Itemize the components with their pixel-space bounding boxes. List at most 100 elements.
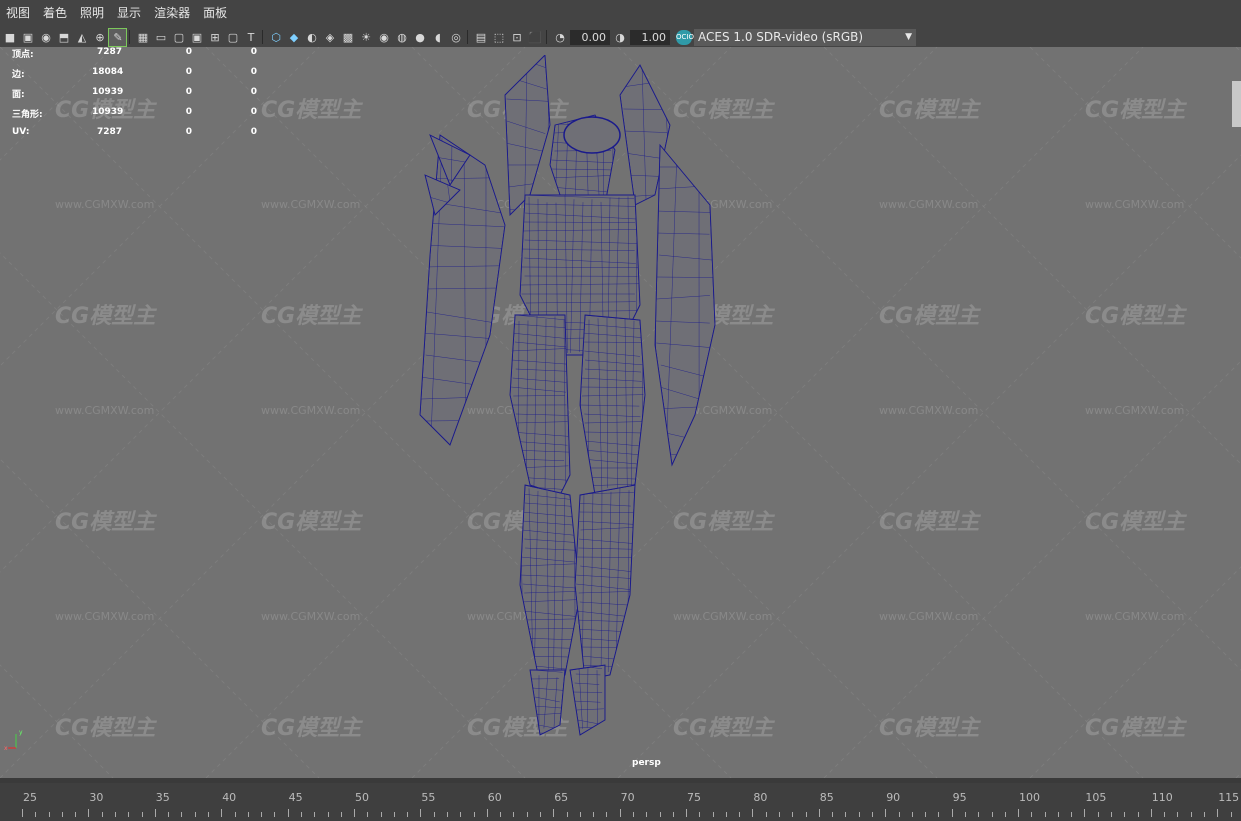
timeline-tick	[619, 809, 621, 817]
watermark-logo: CG模型主	[879, 716, 981, 741]
time-slider[interactable]: 25 30 35 40 45 50 55 60 65 70 75 80 85 90 95 100 105 110 1…	[0, 778, 1241, 821]
camera-lock-icon[interactable]: ▣	[19, 29, 36, 46]
smooth-shade-icon[interactable]: ◆	[285, 29, 302, 46]
menu-item-1[interactable]: 着色	[37, 0, 74, 27]
timeline-tick	[1057, 812, 1059, 817]
timeline-tick-label: 105	[1085, 791, 1107, 804]
timeline-tick	[154, 809, 156, 817]
timeline-tick-label: 45	[288, 791, 303, 804]
menu-item-3[interactable]: 显示	[111, 0, 148, 27]
watermark-diagonal	[0, 664, 114, 778]
gamma-icon[interactable]: ◑	[611, 29, 628, 46]
svg-text:▣: ▣	[22, 31, 32, 44]
image-plane-icon[interactable]: ◭	[73, 29, 90, 46]
hud-label: 三角形:	[12, 110, 43, 120]
svg-text:▦: ▦	[137, 31, 147, 44]
xray-active-icon[interactable]: ⊡	[508, 29, 525, 46]
watermark-logo: CG模型主	[1085, 304, 1187, 329]
motion-blur-icon[interactable]: ●	[411, 29, 428, 46]
hud-row: 顶点: 7287 0 0	[12, 47, 272, 67]
film-gate-icon[interactable]: ▭	[152, 29, 169, 46]
viewport-scrollbar[interactable]	[1232, 81, 1241, 127]
mesh-part	[505, 55, 550, 215]
field-chart-icon[interactable]: ⊞	[206, 29, 223, 46]
gamma-field[interactable]: 1.00	[630, 29, 670, 45]
camera-attributes-icon[interactable]: ◉	[37, 29, 54, 46]
3d-viewport[interactable]: CG模型主 www.CGMXW.com CG模型主 www.CGMXW.com CG模型…	[0, 47, 1241, 778]
screen-space-ao-icon[interactable]: ◍	[393, 29, 410, 46]
watermark-logo: CG模型主	[261, 510, 363, 535]
timeline-tick	[433, 812, 435, 817]
menu-item-5[interactable]: 面板	[197, 0, 234, 27]
watermark: CG模型主www.CGMXW.com	[1085, 510, 1187, 623]
view-transform-dropdown[interactable]: ACES 1.0 SDR-video (sRGB) ▼	[694, 28, 916, 46]
wireframe-on-shaded-icon[interactable]: ◈	[321, 29, 338, 46]
default-material-icon[interactable]: ◐	[303, 29, 320, 46]
watermark-url: www.CGMXW.com	[879, 610, 978, 623]
timeline-tick	[287, 809, 289, 817]
menu-item-2[interactable]: 照明	[74, 0, 111, 27]
watermark-url: www.CGMXW.com	[55, 198, 154, 211]
timeline-tick	[1044, 812, 1046, 817]
mesh-part	[510, 315, 570, 495]
time-slider-track[interactable]: 25 30 35 40 45 50 55 60 65 70 75 80 85 90 95 100 105 110 1…	[0, 783, 1241, 821]
exposure-field[interactable]: 0.00	[570, 29, 610, 45]
resolution-gate-icon[interactable]: ▢	[170, 29, 187, 46]
timeline-tick-label: 30	[89, 791, 104, 804]
svg-text:⬡: ⬡	[271, 31, 281, 44]
timeline-tick-label: 40	[222, 791, 237, 804]
timeline-tick	[460, 812, 462, 817]
hud-value-selected: 0	[185, 127, 192, 137]
menu-bar: 视图 着色 照明 显示 渲染器 面板	[0, 0, 1241, 27]
camera-fit-icon[interactable]: ⬛	[526, 29, 543, 46]
xray-joints-icon[interactable]: ⬚	[490, 29, 507, 46]
2d-pan-zoom-icon[interactable]: ⊕	[91, 29, 108, 46]
camera-select-icon[interactable]: ■	[1, 29, 18, 46]
watermark-logo: CG模型主	[879, 98, 981, 123]
multisample-aa-icon[interactable]: ◖	[429, 29, 446, 46]
safe-title-icon[interactable]: T	[242, 29, 259, 46]
gate-mask-icon[interactable]: ▣	[188, 29, 205, 46]
viewport-toolbar: ■ ▣ ◉ ⬒ ◭ ⊕ ✎ ▦ ▭ ▢ ▣ ⊞ ▢ T ⬡ ◆ ◐ ◈ ▩ ☀ ◉ ◍ ● ◖ ◎ ▤ ⬚ ⊡ ⬛ ◔ 0.00 ◑ 1.00 O…	[0, 27, 1241, 47]
grid-icon[interactable]: ▦	[134, 29, 151, 46]
svg-text:⬒: ⬒	[58, 31, 68, 44]
safe-action-icon[interactable]: ▢	[224, 29, 241, 46]
toolbar-separator	[467, 30, 468, 44]
depth-of-field-icon[interactable]: ◎	[447, 29, 464, 46]
exposure-icon[interactable]: ◔	[551, 29, 568, 46]
mesh-part	[520, 485, 580, 685]
mesh-part	[580, 315, 645, 495]
isolate-select-icon[interactable]: ▤	[472, 29, 489, 46]
watermark-diagonal	[0, 47, 114, 161]
grease-pencil-icon[interactable]: ✎	[108, 27, 127, 47]
watermark-diagonal	[0, 47, 320, 367]
xray-icon[interactable]: ▩	[339, 29, 356, 46]
wireframe-icon[interactable]: ⬡	[267, 29, 284, 46]
watermark-diagonal	[823, 360, 1241, 778]
timeline-tick	[22, 809, 23, 817]
timeline-tick	[128, 812, 130, 817]
timeline-tick	[221, 809, 223, 817]
mesh-part	[570, 665, 605, 735]
timeline-tick	[141, 812, 143, 817]
color-management-toggle[interactable]: OCIO	[676, 29, 694, 45]
y-axis-label: y	[19, 729, 23, 736]
timeline-tick	[367, 812, 369, 817]
menu-item-0[interactable]: 视图	[0, 0, 37, 27]
menu-item-4[interactable]: 渲染器	[148, 0, 197, 27]
timeline-tick	[832, 812, 834, 817]
timeline-tick	[964, 812, 966, 817]
timeline-tick-label: 60	[487, 791, 502, 804]
watermark-diagonal	[1029, 47, 1241, 259]
svg-text:▢: ▢	[227, 31, 237, 44]
shadows-icon[interactable]: ◉	[375, 29, 392, 46]
svg-text:◆: ◆	[289, 31, 298, 44]
bookmark-icon[interactable]: ⬒	[55, 29, 72, 46]
watermark: CG模型主www.CGMXW.com	[55, 716, 157, 741]
svg-text:◖: ◖	[435, 31, 441, 44]
character-wireframe-model[interactable]	[410, 55, 730, 745]
use-all-lights-icon[interactable]: ☀	[357, 29, 374, 46]
svg-text:⊞: ⊞	[210, 31, 219, 44]
hud-value-selected: 0	[185, 67, 192, 77]
timeline-tick	[48, 812, 50, 817]
